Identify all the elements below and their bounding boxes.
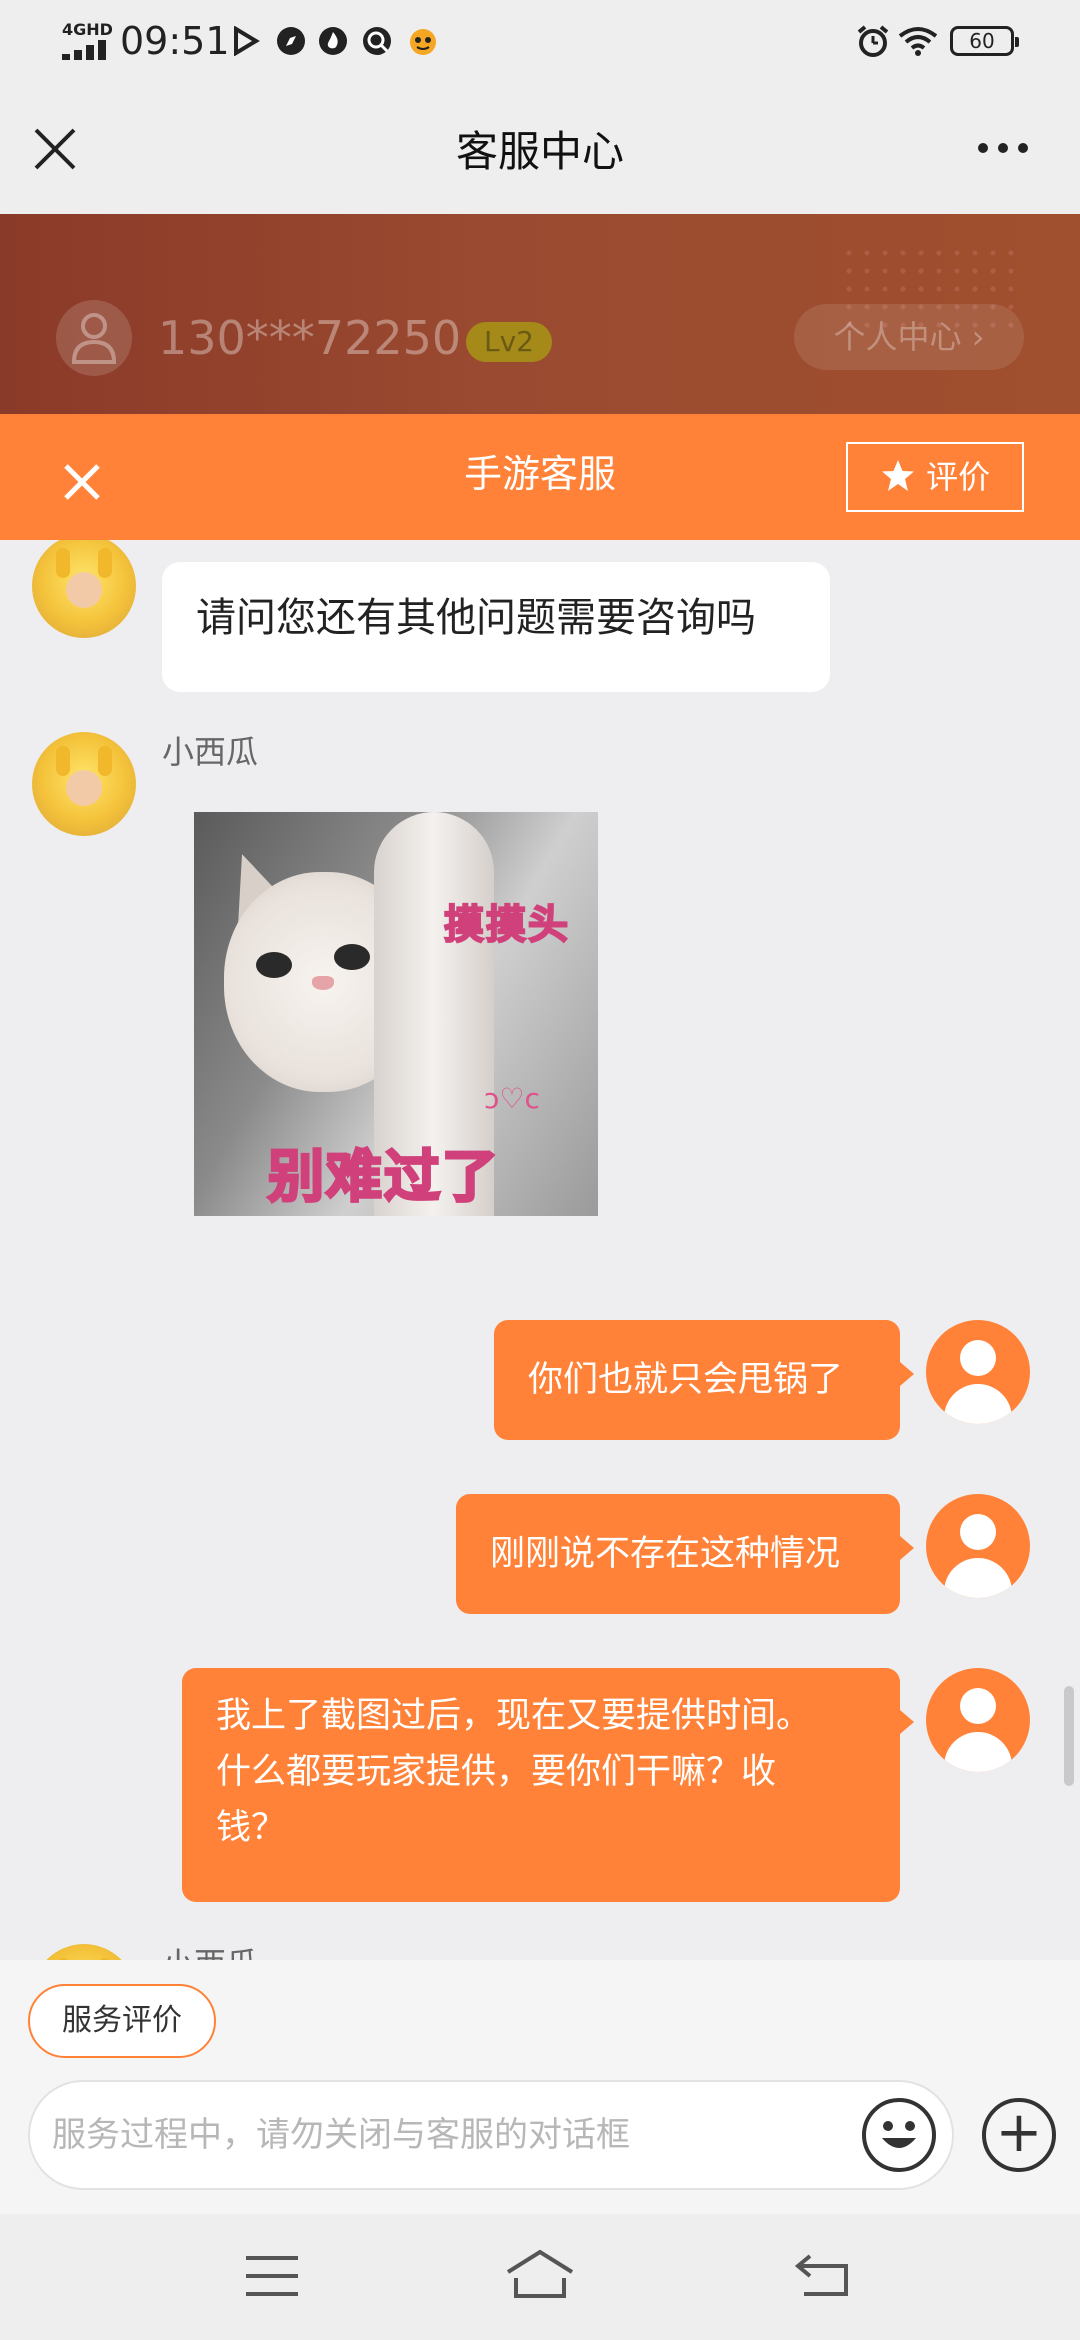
personal-center-label: 个人中心 bbox=[833, 318, 962, 356]
service-rating-button[interactable]: 服务评价 bbox=[28, 1984, 216, 2058]
personal-center-button[interactable]: 个人中心 › bbox=[794, 304, 1024, 370]
message-text: 你们也就只会甩锅了 bbox=[528, 1360, 844, 1400]
compass-icon bbox=[277, 27, 305, 55]
home-icon[interactable] bbox=[504, 2248, 576, 2300]
user-avatar bbox=[56, 300, 132, 376]
smiley-face bbox=[882, 2121, 916, 2148]
user-message-bubble: 刚刚说不存在这种情况 bbox=[456, 1494, 914, 1614]
play-icon bbox=[234, 26, 260, 56]
page-title: 客服中心 bbox=[455, 127, 624, 176]
alarm-icon bbox=[857, 25, 889, 57]
clock: 09:51 bbox=[120, 19, 230, 63]
user-message-bubble: 我上了截图过后，现在又要提供时间。 什么都要玩家提供，要你们干嘛？收 钱？ bbox=[182, 1668, 914, 1902]
search-app-icon bbox=[363, 27, 391, 55]
user-phone: 130***72250 bbox=[158, 311, 462, 365]
menu-icon[interactable] bbox=[244, 2254, 300, 2298]
level-badge: Lv2 bbox=[466, 322, 552, 362]
cat-eye bbox=[256, 952, 292, 978]
more-icon[interactable] bbox=[976, 138, 1030, 158]
rate-label: 评价 bbox=[926, 458, 991, 496]
agent-name: 小西瓜 bbox=[162, 1942, 258, 1960]
message-text: 刚刚说不存在这种情况 bbox=[490, 1534, 841, 1574]
message-text: 请问您还有其他问题需要咨询吗 bbox=[196, 595, 756, 641]
cat-eye bbox=[334, 944, 370, 970]
back-icon[interactable] bbox=[794, 2252, 850, 2298]
message-line: 钱？ bbox=[216, 1808, 287, 1848]
user-avatar bbox=[926, 1320, 1030, 1424]
agent-avatar bbox=[32, 1944, 136, 1960]
agent-avatar bbox=[32, 540, 136, 638]
chevron-right-icon: › bbox=[971, 318, 985, 356]
battery-icon: 60 bbox=[950, 26, 1019, 56]
emoji-icon[interactable] bbox=[862, 2098, 936, 2172]
sticker-caption-bottom: 别难过了 bbox=[267, 1144, 500, 1212]
agent-avatar bbox=[32, 732, 136, 836]
flame-icon bbox=[319, 27, 347, 55]
network-indicator: 4GHD bbox=[62, 20, 113, 39]
user-message-bubble: 你们也就只会甩锅了 bbox=[494, 1320, 914, 1440]
cat-nose bbox=[312, 976, 334, 990]
wifi-icon bbox=[898, 27, 938, 56]
agent-message-bubble: 请问您还有其他问题需要咨询吗 bbox=[162, 562, 830, 692]
user-avatar bbox=[926, 1494, 1030, 1598]
agent-name: 小西瓜 bbox=[162, 733, 259, 771]
chat-area[interactable]: 请问您还有其他问题需要咨询吗 小西瓜 摸摸头 ↄ♡c 别难过了 你们也就只会甩锅… bbox=[0, 540, 1080, 1960]
star-icon bbox=[881, 460, 914, 491]
sticker-image[interactable]: 摸摸头 ↄ♡c 别难过了 bbox=[194, 812, 598, 1216]
sticker-caption-top: 摸摸头 bbox=[443, 901, 570, 949]
user-avatar bbox=[926, 1668, 1030, 1772]
mascot-app-icon bbox=[410, 29, 436, 55]
signal-icon bbox=[62, 40, 112, 60]
add-icon[interactable]: + bbox=[982, 2098, 1056, 2172]
status-bar: 4GHD 09:51 60 bbox=[0, 0, 1080, 84]
message-line: 我上了截图过后，现在又要提供时间。 bbox=[216, 1696, 812, 1736]
rate-button[interactable]: 评价 bbox=[846, 442, 1024, 512]
message-line: 什么都要玩家提供，要你们干嘛？收 bbox=[216, 1752, 777, 1792]
input-placeholder: 服务过程中，请勿关闭与客服的对话框 bbox=[52, 2115, 630, 2155]
chat-scrollbar[interactable] bbox=[1064, 1686, 1074, 1786]
sticker-heart: ↄ♡c bbox=[484, 1082, 540, 1115]
person-icon bbox=[71, 313, 117, 364]
